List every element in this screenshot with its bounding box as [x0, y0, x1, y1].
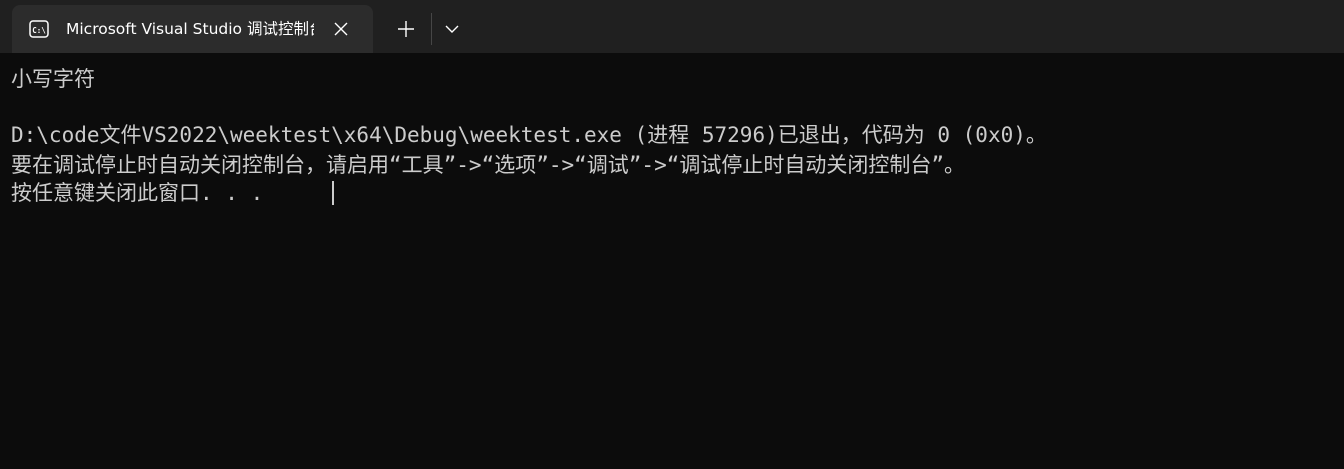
plus-icon[interactable]: [390, 14, 422, 44]
output-line: 小写字符: [11, 67, 95, 91]
tab-title: Microsoft Visual Studio 调试控制台: [66, 20, 314, 38]
console-icon: C:\: [28, 18, 50, 40]
title-bar: C:\ Microsoft Visual Studio 调试控制台: [0, 0, 1344, 53]
terminal-window: C:\ Microsoft Visual Studio 调试控制台 小写字符 D…: [0, 0, 1344, 469]
close-icon[interactable]: [330, 18, 352, 40]
tab-debug-console[interactable]: C:\ Microsoft Visual Studio 调试控制台: [12, 5, 373, 53]
output-line-hint: 要在调试停止时自动关闭控制台，请启用“工具”->“选项”->“调试”->“调试停…: [11, 153, 965, 177]
svg-text:C:\: C:\: [32, 26, 46, 35]
output-line-prompt: 按任意键关闭此窗口. . .: [11, 181, 264, 205]
tab-divider: [431, 13, 432, 45]
chevron-down-icon[interactable]: [438, 14, 466, 44]
text-cursor: [332, 181, 334, 205]
console-output[interactable]: 小写字符 D:\code文件VS2022\weektest\x64\Debug\…: [0, 53, 1344, 469]
output-line-exit-status: D:\code文件VS2022\weektest\x64\Debug\weekt…: [11, 123, 1047, 147]
